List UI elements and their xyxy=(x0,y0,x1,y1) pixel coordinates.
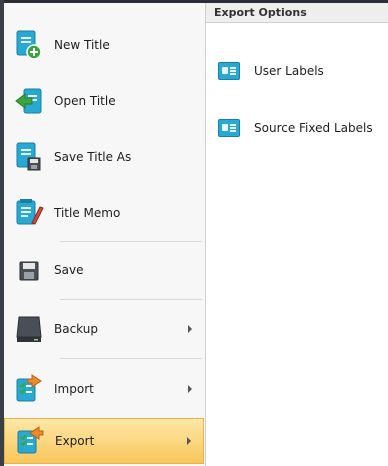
menu-item-new-title[interactable]: New Title xyxy=(4,18,204,72)
menu-item-label: Save Title As xyxy=(54,150,132,164)
menu-item-label: Save xyxy=(54,263,84,277)
export-options-panel: Export Options User Labels Source Fixed … xyxy=(206,3,388,466)
submenu-arrow-icon xyxy=(188,385,192,393)
option-label: Source Fixed Labels xyxy=(254,121,373,135)
save-icon xyxy=(14,254,44,286)
menu-item-backup[interactable]: Backup xyxy=(4,302,204,356)
new-title-icon xyxy=(14,29,44,61)
export-options-header: Export Options xyxy=(206,3,388,23)
user-labels-icon xyxy=(218,62,240,80)
submenu-arrow-icon xyxy=(187,437,191,445)
menu-item-label: Open Title xyxy=(54,94,116,108)
menu-item-label: Import xyxy=(54,382,94,396)
option-user-labels[interactable]: User Labels xyxy=(218,59,324,83)
option-source-fixed-labels[interactable]: Source Fixed Labels xyxy=(218,116,373,140)
export-options-title: Export Options xyxy=(214,6,307,19)
title-memo-icon xyxy=(14,197,44,229)
menu-item-open-title[interactable]: Open Title xyxy=(4,74,204,128)
menu-separator xyxy=(60,241,202,242)
menu-separator xyxy=(60,358,202,359)
option-label: User Labels xyxy=(254,64,324,78)
open-title-icon xyxy=(14,85,44,117)
save-title-as-icon xyxy=(14,141,44,173)
menu-item-save[interactable]: Save xyxy=(4,243,204,297)
source-fixed-labels-icon xyxy=(218,119,240,137)
backup-icon xyxy=(14,313,44,345)
menu-item-label: Title Memo xyxy=(54,206,121,220)
menu-item-import[interactable]: Import xyxy=(4,362,204,416)
menu-item-label: Export xyxy=(55,434,95,448)
export-icon xyxy=(15,425,45,457)
menu-separator xyxy=(60,299,202,300)
menu-item-label: New Title xyxy=(54,38,110,52)
file-menu-window: New Title Open Title Save Title As Title… xyxy=(0,0,388,466)
menu-item-save-title-as[interactable]: Save Title As xyxy=(4,130,204,184)
menu-item-title-memo[interactable]: Title Memo xyxy=(4,186,204,240)
menu-item-label: Backup xyxy=(54,322,98,336)
submenu-arrow-icon xyxy=(188,325,192,333)
menu-item-export[interactable]: Export xyxy=(4,418,204,464)
import-icon xyxy=(14,373,44,405)
